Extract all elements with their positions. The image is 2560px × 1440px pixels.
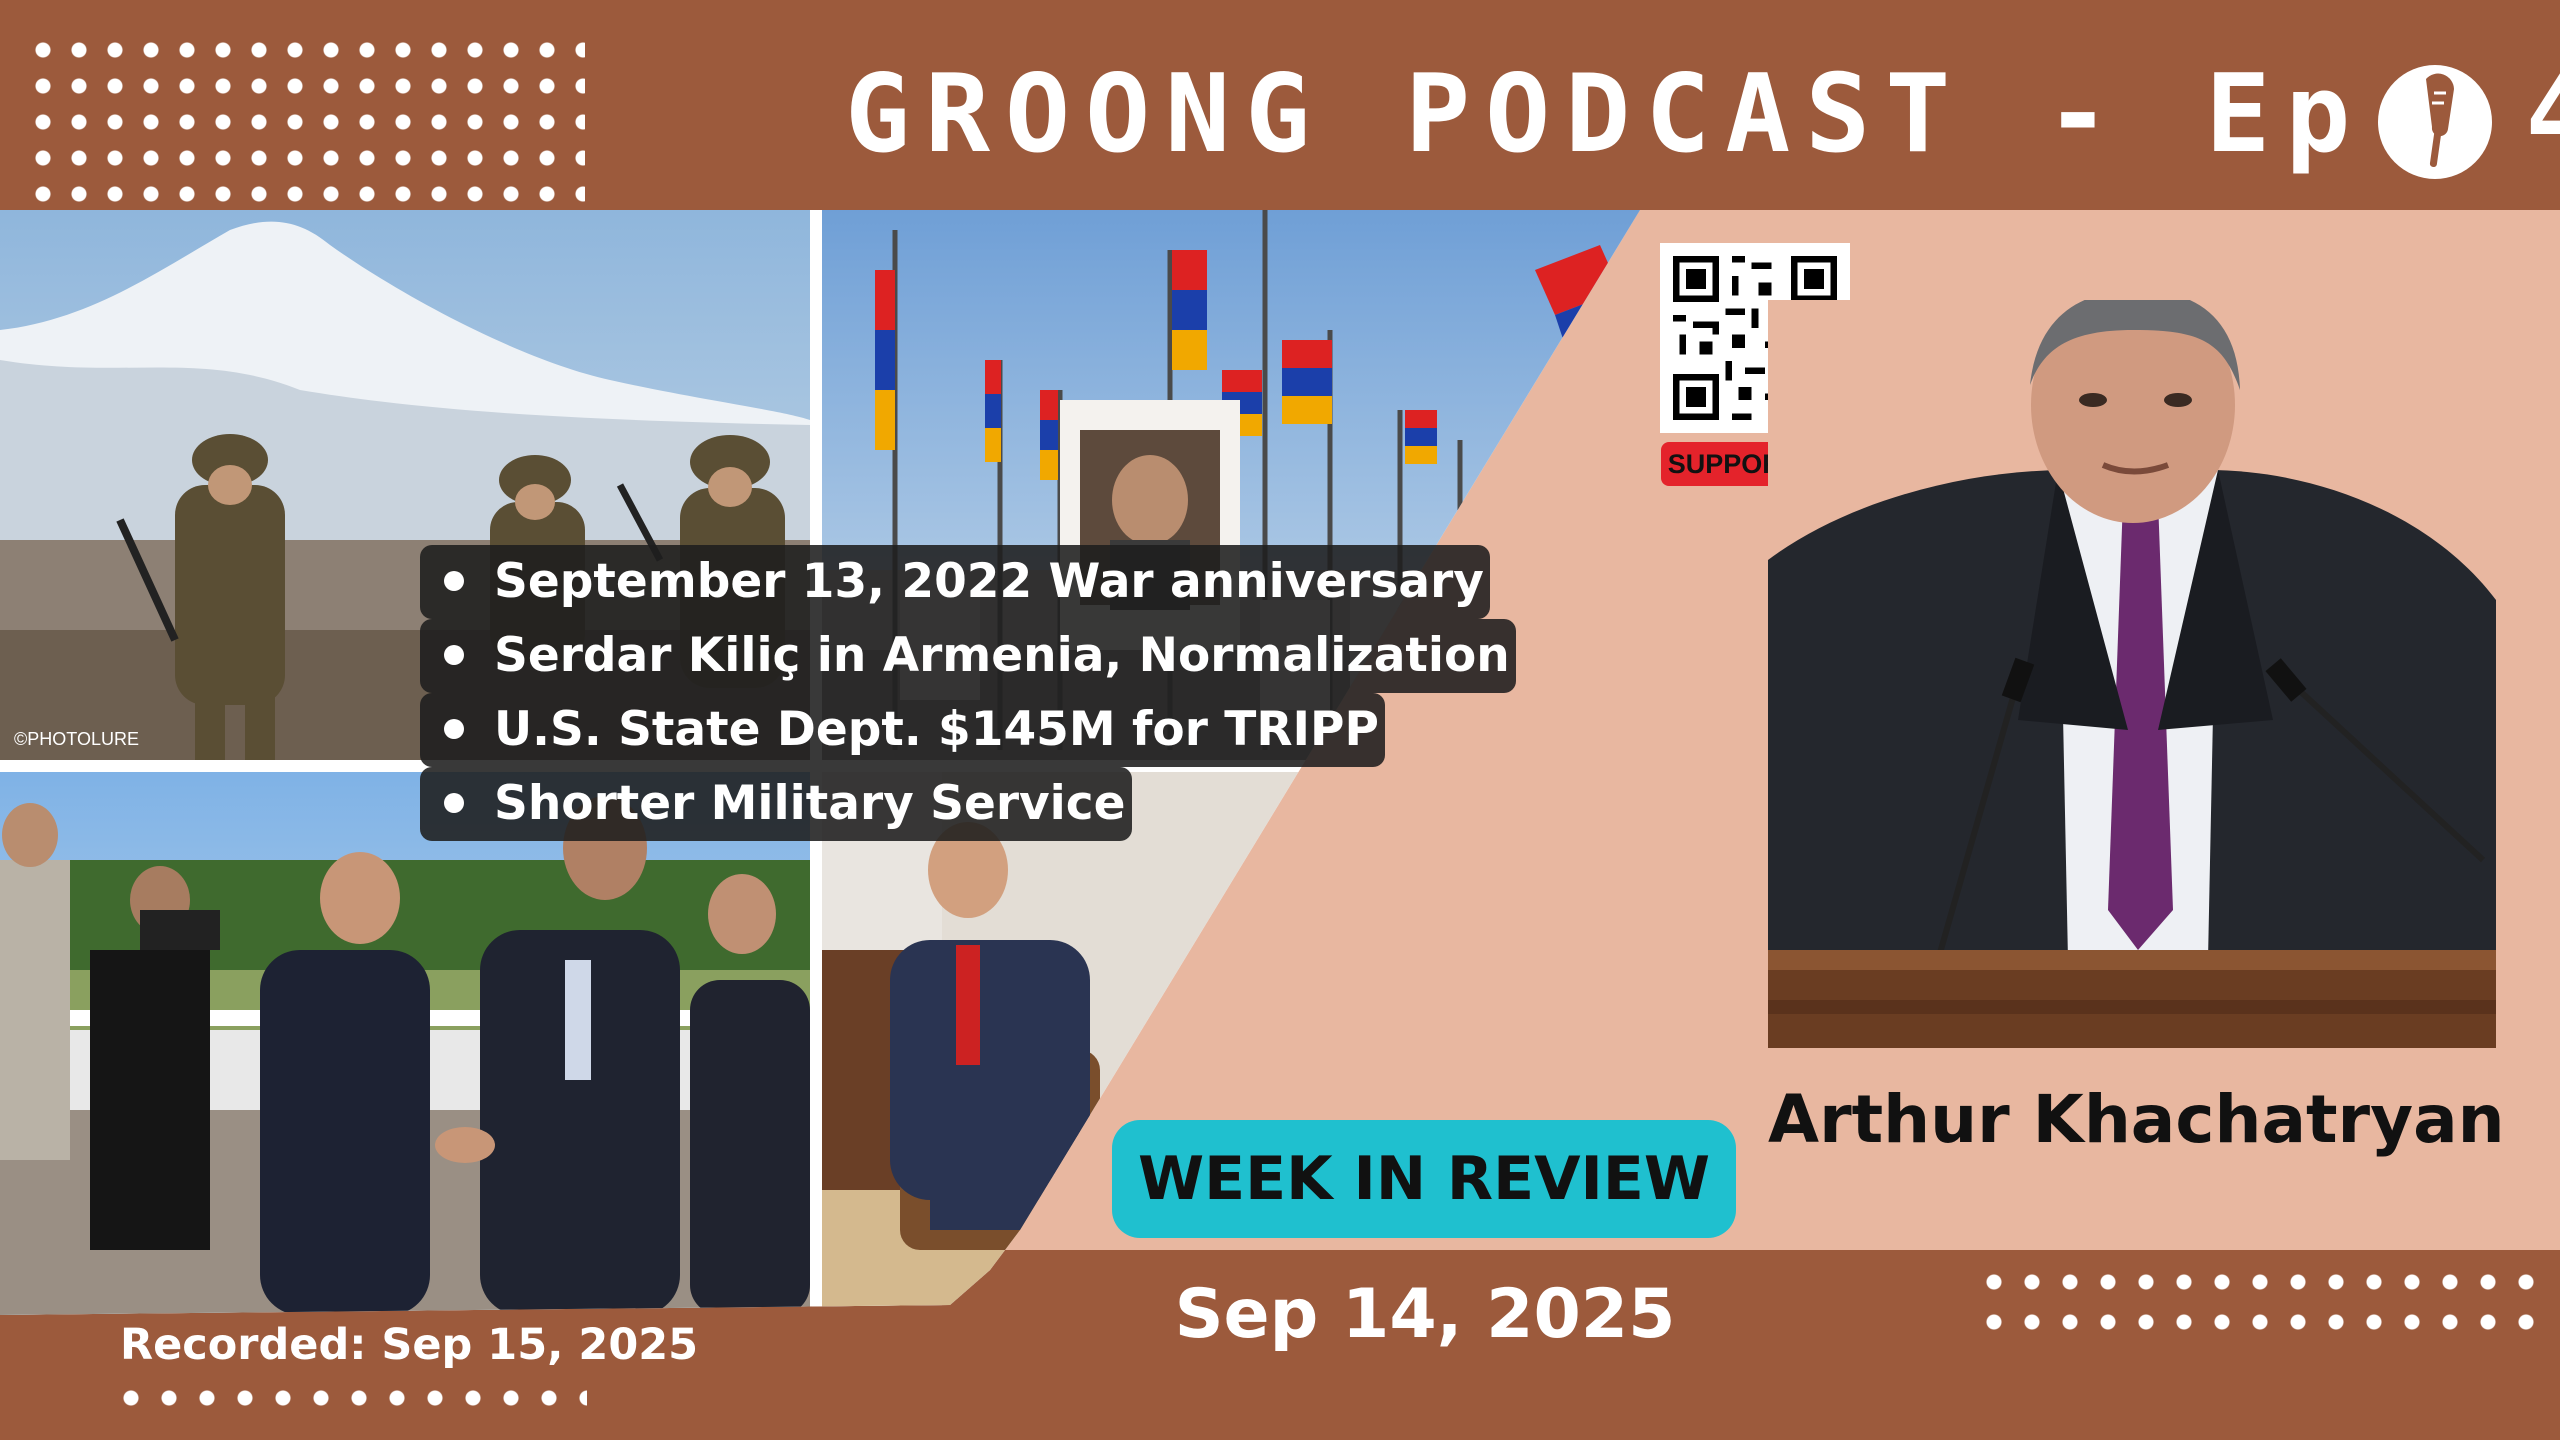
topic-item: Serdar Kiliç in Armenia, Normalization	[420, 619, 1516, 693]
bullet-icon	[444, 718, 464, 739]
microphone-icon[interactable]	[2376, 63, 2494, 181]
topic-item: U.S. State Dept. $145M for TRIPP	[420, 693, 1385, 767]
topic-text: September 13, 2022 War anniversary	[494, 554, 1484, 609]
bullet-icon	[444, 570, 464, 591]
dot-pattern-bottom-left	[112, 1378, 587, 1418]
week-in-review-badge: WEEK IN REVIEW	[1112, 1120, 1736, 1238]
guest-name: Arthur Khachatryan	[1768, 1081, 2505, 1158]
recorded-date: Recorded: Sep 15, 2025	[120, 1320, 699, 1370]
dot-pattern-bottom-right	[1975, 1262, 2543, 1342]
topic-item: Shorter Military Service	[420, 767, 1132, 841]
episode-date: Sep 14, 2025	[1174, 1275, 1676, 1354]
bullet-icon	[444, 644, 464, 665]
podcast-thumbnail: GROONG PODCAST - Ep. 472	[0, 0, 2560, 1440]
svg-text:©PHOTOLURE: ©PHOTOLURE	[14, 729, 139, 749]
topic-item: September 13, 2022 War anniversary	[420, 545, 1490, 619]
dot-pattern-top-left	[25, 32, 585, 207]
topic-text: Serdar Kiliç in Armenia, Normalization	[494, 628, 1510, 683]
topic-text: U.S. State Dept. $145M for TRIPP	[494, 702, 1379, 757]
topic-text: Shorter Military Service	[494, 776, 1126, 831]
photo-handshake	[0, 772, 812, 1315]
bullet-icon	[444, 792, 464, 813]
guest-portrait	[1768, 300, 2496, 1048]
podcast-title: GROONG PODCAST - Ep. 472	[845, 52, 2560, 177]
